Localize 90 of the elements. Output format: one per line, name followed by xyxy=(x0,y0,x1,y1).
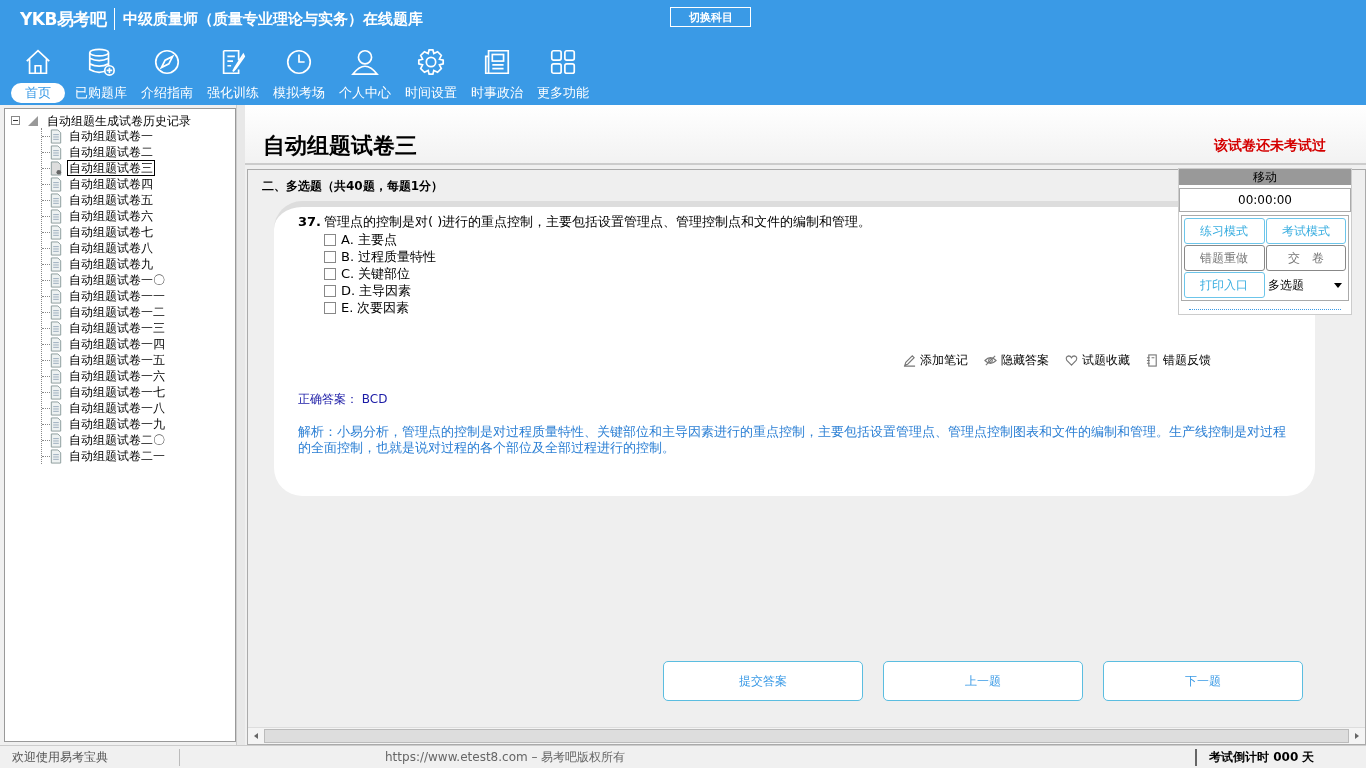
tree-item[interactable]: 自动组题试卷二 xyxy=(68,145,154,159)
option-label[interactable]: D. 主导因素 xyxy=(341,281,412,300)
eye-icon[interactable] xyxy=(984,354,997,367)
scroll-left-icon[interactable] xyxy=(252,732,260,740)
move-handle[interactable]: 移动 xyxy=(1179,169,1351,185)
document-icon xyxy=(50,256,62,272)
heart-icon[interactable] xyxy=(1065,354,1078,367)
option-label[interactable]: E. 次要因素 xyxy=(341,298,410,317)
document-icon xyxy=(50,368,62,384)
tree-item[interactable]: 自动组题试卷一九 xyxy=(68,417,166,431)
tree-item[interactable]: 自动组题试卷二〇 xyxy=(68,433,166,447)
settings-icon[interactable] xyxy=(416,47,446,77)
answer-label: 正确答案： xyxy=(298,392,358,406)
tree-item[interactable]: 自动组题试卷三 xyxy=(68,161,154,175)
scroll-right-icon[interactable] xyxy=(1353,732,1361,740)
document-icon xyxy=(50,448,62,464)
option-label[interactable]: A. 主要点 xyxy=(341,230,397,249)
copyright-text: https://www.etest8.com – 易考吧版权所有 xyxy=(384,748,627,766)
action-link[interactable]: 错题反馈 xyxy=(1163,352,1211,369)
question-type-dropdown[interactable]: 多选题 xyxy=(1265,272,1346,298)
document-icon xyxy=(50,320,62,336)
paper-title: 自动组题试卷三 xyxy=(263,132,417,160)
option-checkbox[interactable] xyxy=(324,301,336,314)
analysis-text: 解析：小易分析，管理点的控制是对过程质量特性、关键部位和主导因素进行的重点控制，主要包括设置管理点、管理点控制图表和文件的编制和管理。生产线控制是对过程的全面控制，也就是说对过程的各个部位及全部过程进行的控制。 xyxy=(298,424,1287,456)
triangle-icon xyxy=(27,114,39,127)
option-checkbox[interactable] xyxy=(324,284,336,297)
tree-item[interactable]: 自动组题试卷一〇 xyxy=(68,273,166,287)
document-icon xyxy=(50,128,62,144)
tree-item[interactable]: 自动组题试卷七 xyxy=(68,225,154,239)
action-link[interactable]: 试题收藏 xyxy=(1082,352,1130,369)
document-icon xyxy=(50,352,62,368)
pencil-icon[interactable] xyxy=(903,354,916,367)
document-icon xyxy=(50,432,62,448)
document-icon xyxy=(50,224,62,240)
tree-item[interactable]: 自动组题试卷九 xyxy=(68,257,154,271)
dropdown-arrow-icon xyxy=(1334,282,1342,288)
option-checkbox[interactable] xyxy=(324,250,336,263)
scrollbar[interactable] xyxy=(236,105,245,745)
document-icon xyxy=(50,208,62,224)
tree-item[interactable]: 自动组题试卷一五 xyxy=(68,353,166,367)
document-icon xyxy=(50,416,62,432)
document-icon xyxy=(50,304,62,320)
tree-item[interactable]: 自动组题试卷六 xyxy=(68,209,154,223)
scrollbar[interactable] xyxy=(248,727,1365,744)
tree-item[interactable]: 自动组题试卷一 xyxy=(68,129,154,143)
document-icon xyxy=(50,272,62,288)
compass-icon[interactable] xyxy=(152,47,182,77)
document-icon xyxy=(50,144,62,160)
home-icon[interactable] xyxy=(23,47,53,77)
tree-item[interactable]: 自动组题试卷二一 xyxy=(68,449,166,463)
document-icon xyxy=(50,336,62,352)
tree-item[interactable]: 自动组题试卷一七 xyxy=(68,385,166,399)
tree-item[interactable]: 自动组题试卷一一 xyxy=(68,289,166,303)
tree-item[interactable]: 自动组题试卷四 xyxy=(68,177,154,191)
collapse-icon[interactable] xyxy=(11,116,20,125)
tree-item[interactable]: 自动组题试卷一二 xyxy=(68,305,166,319)
document-icon xyxy=(50,240,62,256)
option-checkbox[interactable] xyxy=(324,267,336,280)
app-title: 中级质量师（质量专业理论与实务）在线题库 xyxy=(123,9,424,29)
action-link[interactable]: 添加笔记 xyxy=(920,352,968,369)
document-icon xyxy=(50,176,62,192)
newspaper-icon[interactable] xyxy=(482,47,512,77)
database-icon[interactable] xyxy=(86,47,116,77)
document-icon[interactable] xyxy=(1146,354,1159,367)
timer-display: 00:00:00 xyxy=(1179,188,1351,212)
tree-item[interactable]: 自动组题试卷一四 xyxy=(68,337,166,351)
document-icon xyxy=(50,384,62,400)
section-heading: 二、多选题（共40题，每题1分） xyxy=(262,178,444,195)
answer-value: BCD xyxy=(361,392,388,406)
option-label[interactable]: B. 过程质量特性 xyxy=(341,247,437,266)
welcome-text: 欢迎使用易考宝典 xyxy=(0,748,180,766)
document-icon xyxy=(50,192,62,208)
grid-icon[interactable] xyxy=(548,47,578,77)
tree-item[interactable]: 自动组题试卷一三 xyxy=(68,321,166,335)
tree-item[interactable]: 自动组题试卷一八 xyxy=(68,401,166,415)
tree-item[interactable]: 自动组题试卷八 xyxy=(68,241,154,255)
action-link[interactable]: 隐藏答案 xyxy=(1001,352,1049,369)
tree-item[interactable]: 自动组题试卷五 xyxy=(68,193,154,207)
option-label[interactable]: C. 关键部位 xyxy=(341,264,411,283)
countdown-text: 考试倒计时 000 天 xyxy=(1195,748,1366,766)
exam-status-text: 该试卷还未考试过 xyxy=(1214,137,1326,155)
document-icon xyxy=(50,288,62,304)
tree-item[interactable]: 自动组题试卷一六 xyxy=(68,369,166,383)
user-icon[interactable] xyxy=(350,47,380,77)
tree-root-label[interactable]: 自动组题生成试卷历史记录 xyxy=(46,113,192,128)
document-icon xyxy=(50,400,62,416)
clock-icon[interactable] xyxy=(284,47,314,77)
option-checkbox[interactable] xyxy=(324,233,336,246)
app-logo: YKB易考吧 xyxy=(20,7,107,31)
document-pin-icon xyxy=(50,160,62,176)
